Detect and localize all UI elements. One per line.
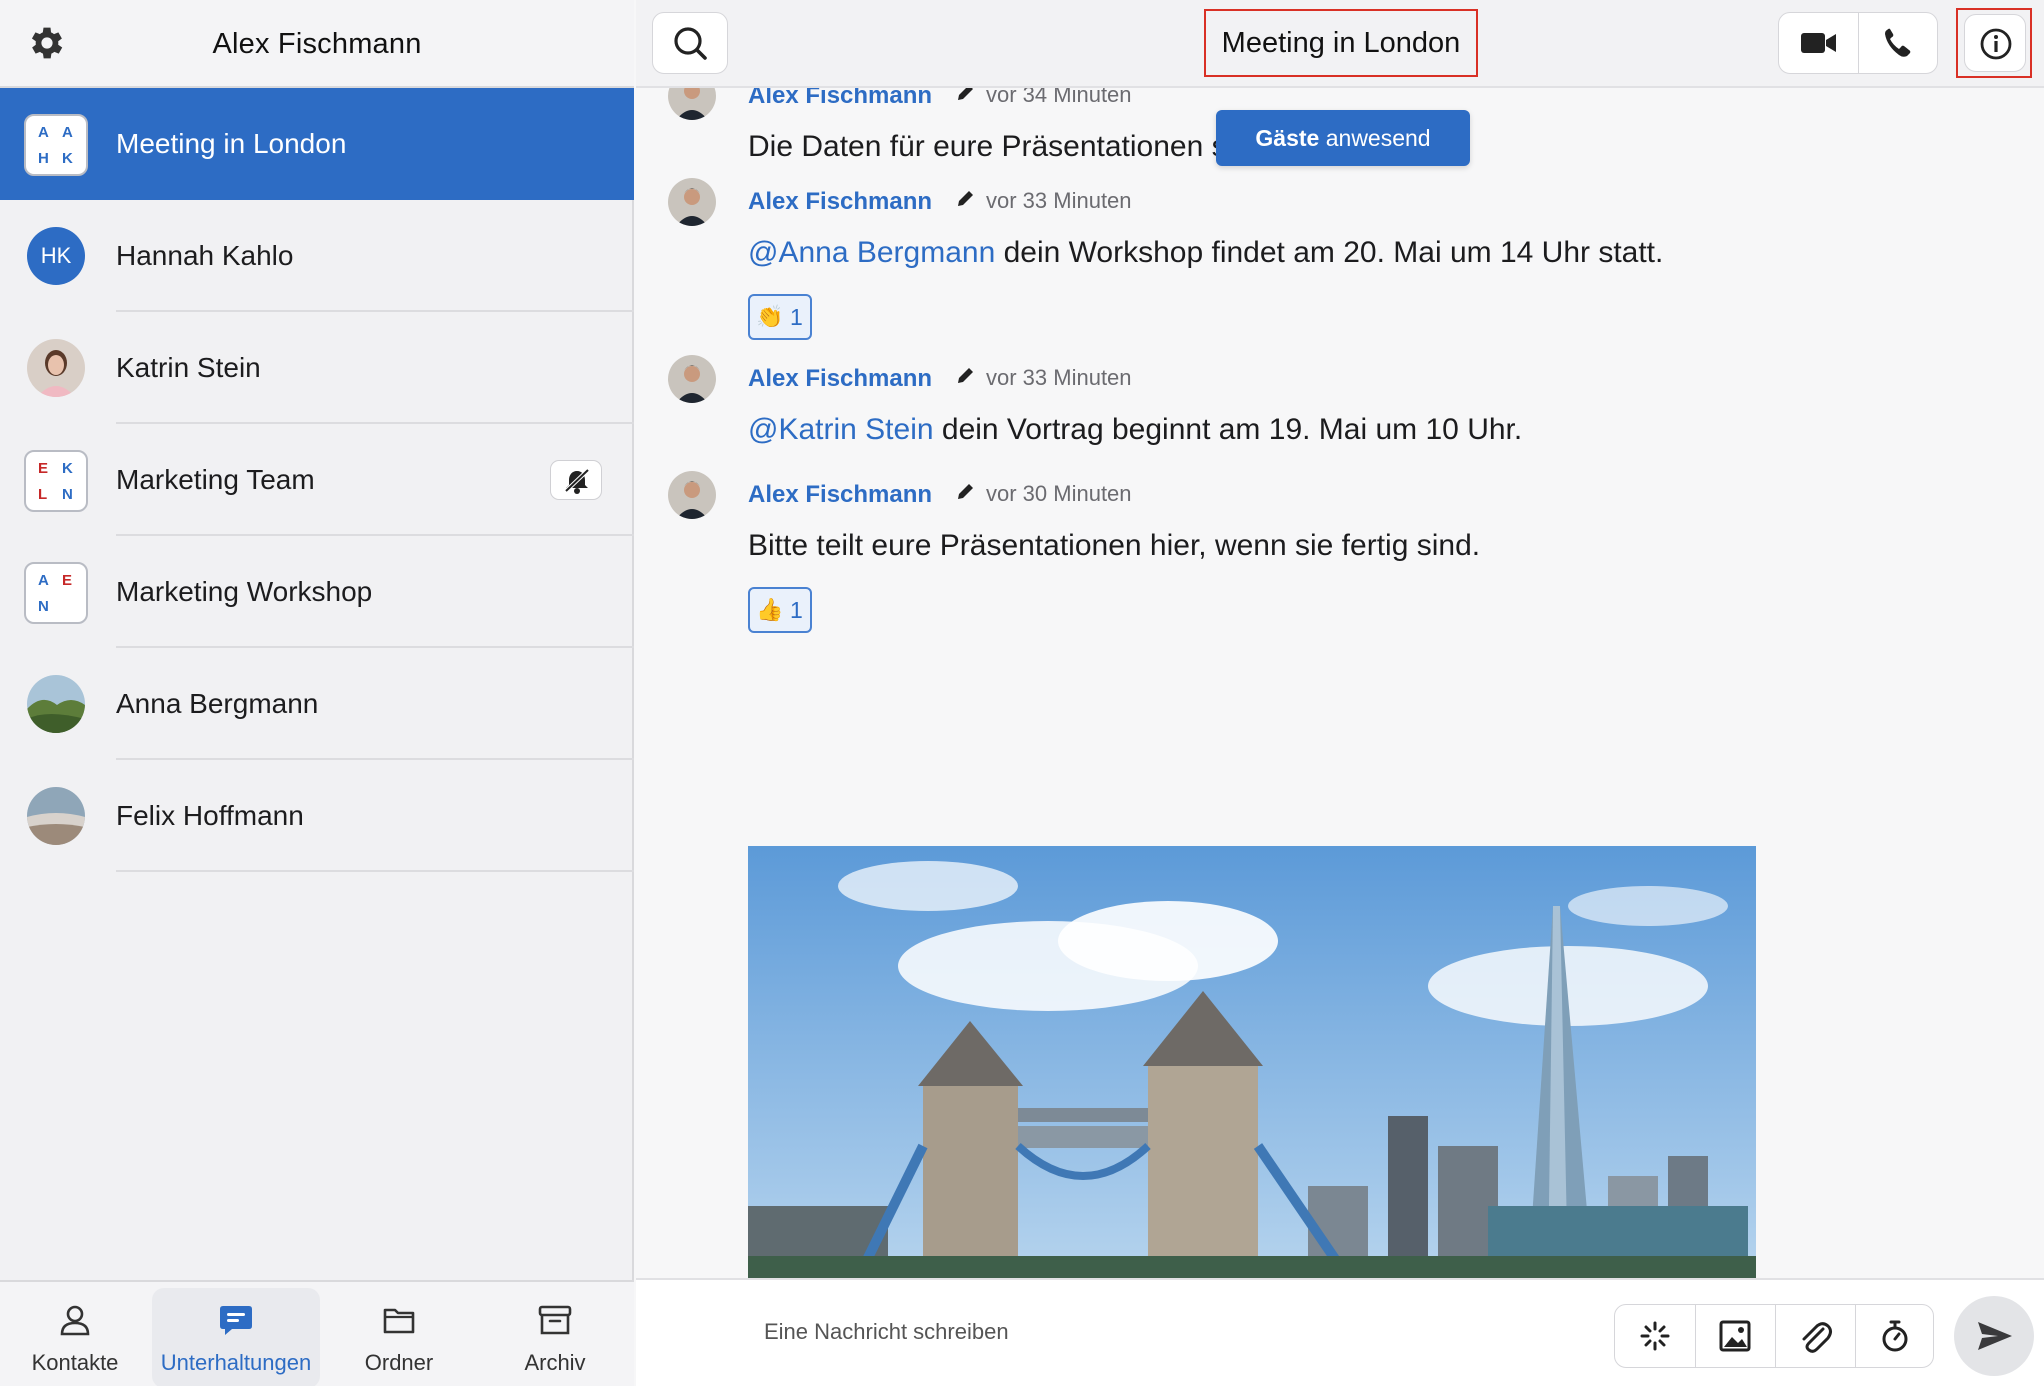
attach-file-button[interactable] xyxy=(1775,1305,1855,1367)
phone-icon xyxy=(1885,28,1911,57)
sparkle-button[interactable] xyxy=(1615,1305,1695,1367)
image-attachment[interactable] xyxy=(748,846,1756,1278)
message-text: Bitte teilt eure Präsentationen hier, we… xyxy=(748,529,1481,562)
info-button[interactable] xyxy=(1964,14,2026,72)
video-call-button[interactable] xyxy=(1779,13,1858,73)
conversation-item-hannah-kahlo[interactable]: HK Hannah Kahlo xyxy=(0,200,634,312)
conversation-item-katrin-stein[interactable]: Katrin Stein xyxy=(0,312,634,424)
nav-kontakte[interactable]: Kontakte xyxy=(10,1288,140,1386)
message-author[interactable]: Alex Fischmann xyxy=(748,481,932,509)
conversation-item-marketing-team[interactable]: E K L N Marketing Team xyxy=(0,424,634,536)
pencil-icon xyxy=(958,88,973,100)
pencil-icon xyxy=(958,368,973,383)
timer-icon xyxy=(1882,1320,1908,1352)
person-icon xyxy=(60,1305,90,1336)
group-avatar-tile: A A H K xyxy=(24,114,88,176)
avatar xyxy=(27,675,85,733)
bell-muted-icon xyxy=(564,468,590,494)
mention[interactable]: @Anna Bergmann xyxy=(748,236,995,269)
composer-tools xyxy=(1614,1304,1934,1368)
timer-button[interactable] xyxy=(1855,1305,1935,1367)
message: Alex Fischmann vor 33 Minuten @Katrin St… xyxy=(636,355,2044,455)
nav-archiv[interactable]: Archiv xyxy=(490,1288,620,1386)
message-composer xyxy=(636,1278,2044,1386)
message: Alex Fischmann vor 33 Minuten @Anna Berg… xyxy=(636,178,2044,340)
sidebar: Alex Fischmann A A H K Meeting in London… xyxy=(0,0,634,1386)
reaction-chip[interactable]: 👍 1 xyxy=(748,587,812,633)
image-icon xyxy=(1719,1320,1751,1352)
message-author[interactable]: Alex Fischmann xyxy=(748,88,932,110)
message-time: vor 30 Minuten xyxy=(986,481,1132,506)
video-camera-icon xyxy=(1801,33,1836,53)
sparkle-icon xyxy=(1640,1321,1670,1351)
group-avatar-tile: E K L N xyxy=(24,450,88,512)
message-time: vor 33 Minuten xyxy=(986,188,1132,213)
archive-box-icon xyxy=(538,1305,572,1335)
paperclip-icon xyxy=(1802,1322,1832,1353)
info-icon xyxy=(1980,28,2012,60)
avatar xyxy=(27,787,85,845)
pencil-icon xyxy=(958,484,973,499)
reaction-count: 1 xyxy=(790,304,803,330)
muted-notification-badge xyxy=(550,460,602,500)
conversation-label: Marketing Team xyxy=(116,464,315,495)
message-input[interactable] xyxy=(764,1308,1264,1356)
search-icon xyxy=(674,27,707,60)
avatar xyxy=(668,178,716,226)
audio-call-button[interactable] xyxy=(1859,13,1938,73)
thumbs-up-emoji: 👍 xyxy=(756,597,784,622)
group-avatar-tile: A E N xyxy=(24,562,88,624)
message-text: @Katrin Stein dein Vortrag beginnt am 19… xyxy=(748,413,1523,446)
chat-title: Meeting in London xyxy=(1221,27,1461,59)
message-time: vor 34 Minuten xyxy=(986,88,1132,107)
call-button-group xyxy=(1778,12,1938,74)
avatar xyxy=(668,88,716,120)
reaction-count: 1 xyxy=(790,597,803,623)
message-text: @Anna Bergmann dein Workshop findet am 2… xyxy=(748,236,1664,269)
avatar xyxy=(668,355,716,403)
clapping-hands-emoji: 👏 xyxy=(756,304,784,329)
conversation-list: A A H K Meeting in London HK Hannah Kahl… xyxy=(0,88,634,872)
conversation-item-anna-bergmann[interactable]: Anna Bergmann xyxy=(0,648,634,760)
chat-header: Meeting in London xyxy=(636,0,2044,88)
avatar xyxy=(668,471,716,519)
mention[interactable]: @Katrin Stein xyxy=(748,413,934,446)
guests-present-badge: Gäste anwesend xyxy=(1216,110,1470,166)
current-user-name: Alex Fischmann xyxy=(212,28,422,60)
reaction-chip[interactable]: 👏 1 xyxy=(748,294,812,340)
conversation-label: Anna Bergmann xyxy=(116,688,319,719)
message-time: vor 33 Minuten xyxy=(986,365,1132,390)
chat-bubble-icon xyxy=(220,1306,252,1335)
message-author[interactable]: Alex Fischmann xyxy=(748,365,932,393)
avatar-initials: HK xyxy=(27,227,85,285)
folder-icon xyxy=(383,1308,415,1334)
send-button[interactable] xyxy=(1954,1296,2034,1376)
conversation-label: Hannah Kahlo xyxy=(116,240,294,271)
conversation-label: Felix Hoffmann xyxy=(116,800,304,831)
chat-panel: Meeting in London Gäste anwesend Alex Fi… xyxy=(636,0,2044,1386)
conversation-item-meeting-in-london[interactable]: A A H K Meeting in London xyxy=(0,88,634,200)
image-upload-button[interactable] xyxy=(1695,1305,1775,1367)
conversation-item-marketing-workshop[interactable]: A E N Marketing Workshop xyxy=(0,536,634,648)
pencil-icon xyxy=(958,191,973,206)
avatar xyxy=(27,339,85,397)
nav-ordner[interactable]: Ordner xyxy=(334,1288,464,1386)
conversation-label: Meeting in London xyxy=(116,128,347,159)
conversation-label: Katrin Stein xyxy=(116,352,261,383)
chat-title-highlight[interactable]: Meeting in London xyxy=(1204,9,1478,77)
message: Alex Fischmann vor 30 Minuten Bitte teil… xyxy=(636,471,2044,633)
info-highlight xyxy=(1956,8,2032,78)
send-arrow-icon xyxy=(1978,1322,2012,1350)
message-list: Alex Fischmann vor 34 Minuten Die Daten … xyxy=(636,88,2044,1278)
bottom-navigation: Kontakte Unterhaltungen Ordner Archiv xyxy=(0,1280,634,1386)
conversation-item-felix-hoffmann[interactable]: Felix Hoffmann xyxy=(0,760,634,872)
sidebar-header: Alex Fischmann xyxy=(0,0,634,88)
search-button[interactable] xyxy=(652,12,728,74)
nav-unterhaltungen[interactable]: Unterhaltungen xyxy=(152,1288,320,1386)
message-author[interactable]: Alex Fischmann xyxy=(748,188,932,216)
conversation-label: Marketing Workshop xyxy=(116,576,373,607)
